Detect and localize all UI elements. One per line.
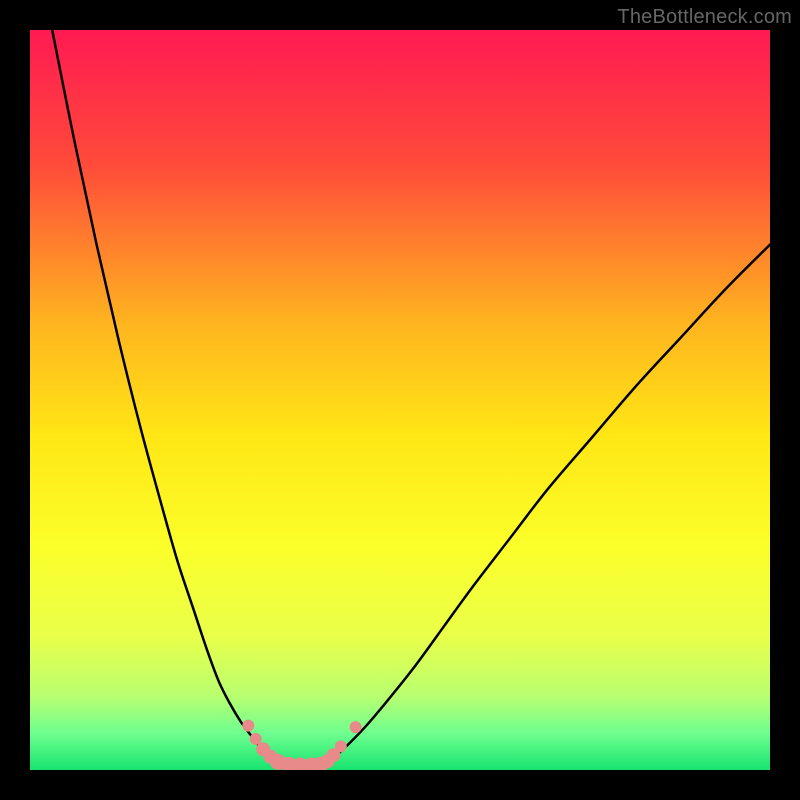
marker-point: [350, 721, 362, 733]
plot-area: [30, 30, 770, 770]
marker-point: [335, 740, 347, 752]
chart-frame: TheBottleneck.com: [0, 0, 800, 800]
marker-point: [242, 720, 254, 732]
chart-svg: [30, 30, 770, 770]
gradient-background: [30, 30, 770, 770]
watermark-text: TheBottleneck.com: [617, 6, 792, 29]
